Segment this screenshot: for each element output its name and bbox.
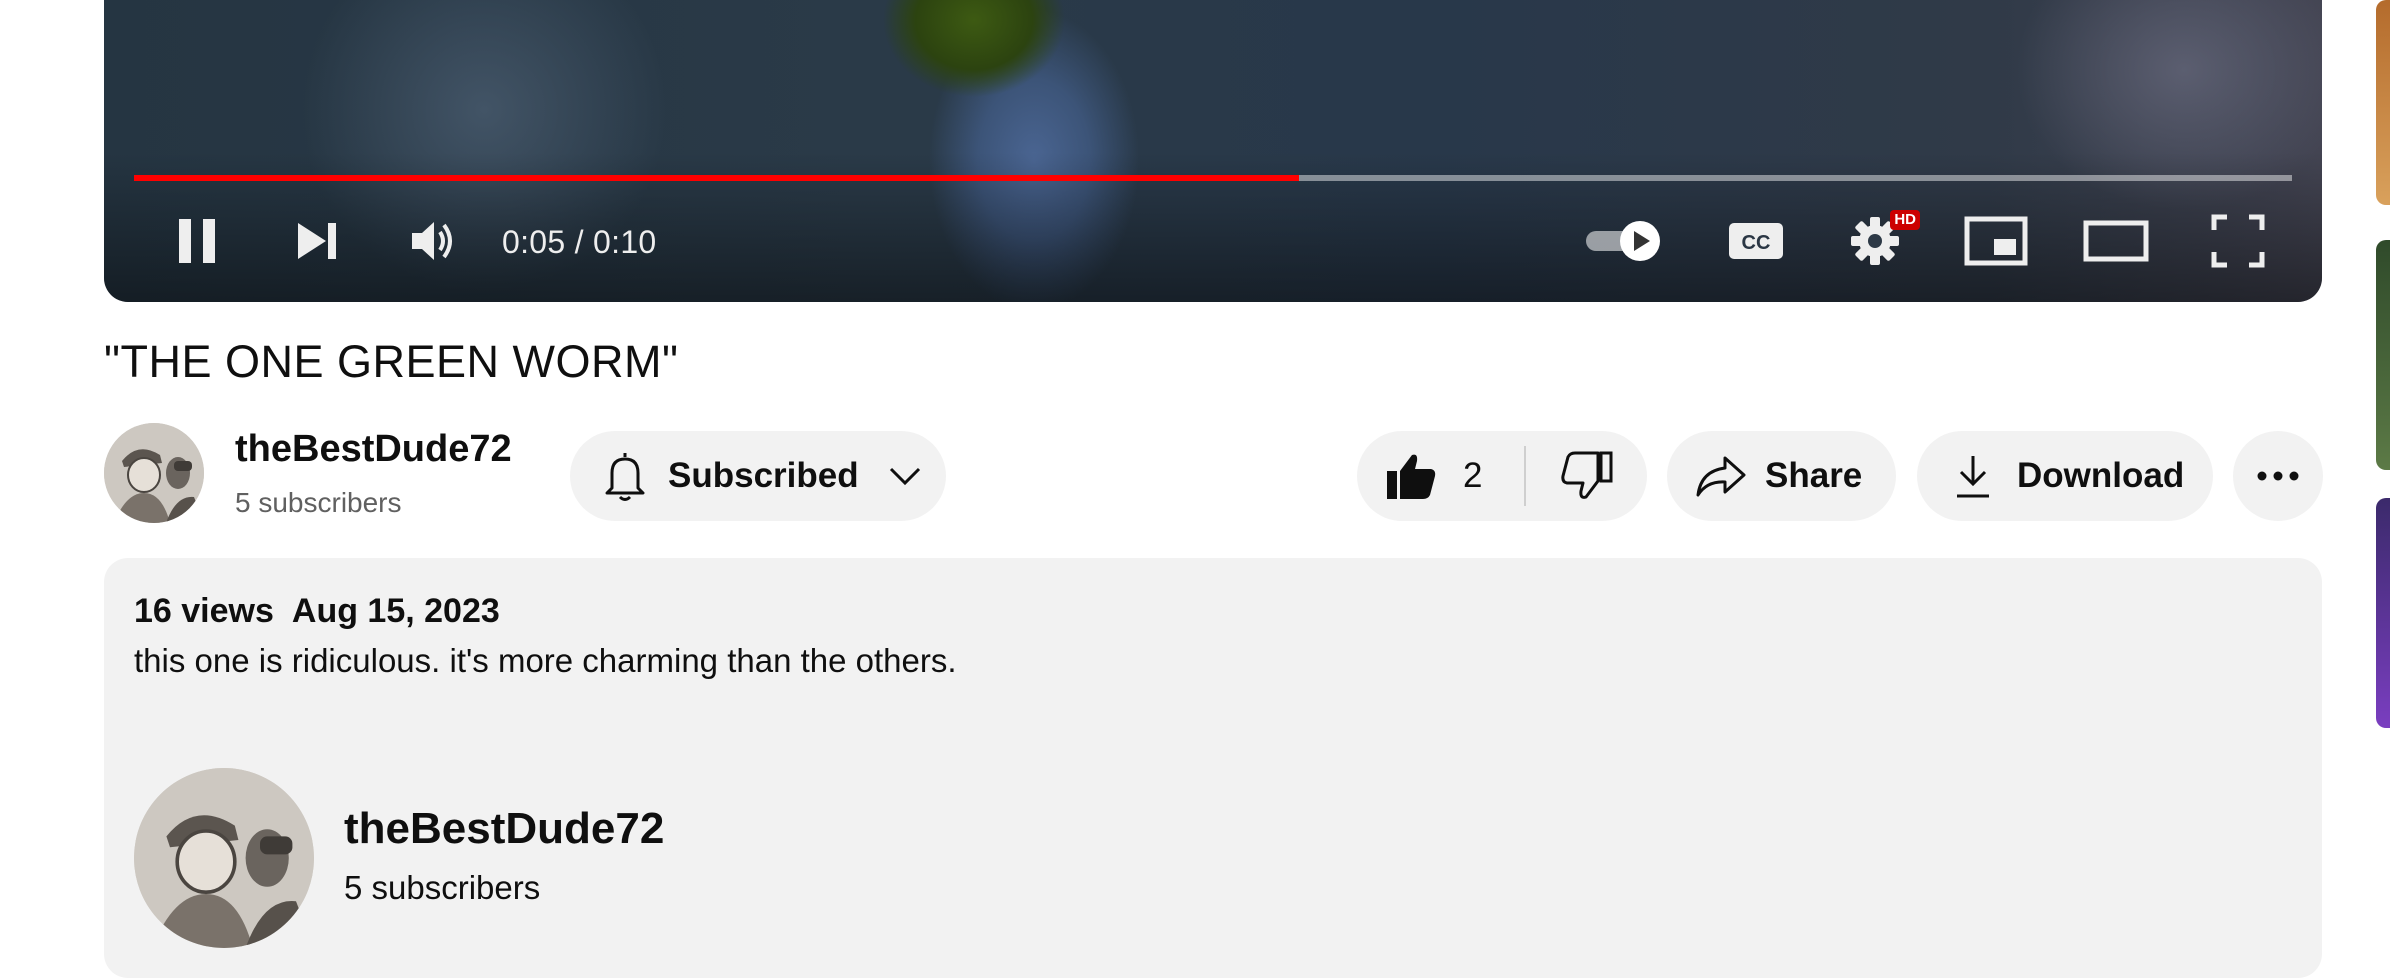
like-button[interactable]: 2 [1357,431,1524,521]
miniplayer-button[interactable] [1956,210,2036,272]
time-display: 0:05 / 0:10 [502,224,657,260]
video-title: "THE ONE GREEN WORM" [104,336,679,387]
svg-text:CC: CC [1742,232,1771,254]
sidebar-thumbnail[interactable] [2376,498,2390,728]
progress-played [134,175,1300,181]
theater-icon [2083,220,2149,262]
chevron-down-icon [889,467,920,486]
description-subscriber-count: 5 subscribers [344,869,541,906]
download-button[interactable]: Download [1917,431,2213,521]
thumbs-down-icon [1560,451,1613,499]
dislike-button[interactable] [1526,431,1647,521]
subscribed-button[interactable]: Subscribed [570,431,946,521]
like-count: 2 [1463,456,1483,495]
more-icon [2257,471,2299,481]
next-button[interactable] [282,210,352,272]
theater-mode-button[interactable] [2076,210,2156,272]
video-meta: 16 views Aug 15, 2023 [134,592,500,631]
progress-bar[interactable] [134,175,2292,181]
description-channel-avatar[interactable] [134,768,314,948]
fullscreen-icon [2211,214,2265,268]
thumbs-up-icon [1387,454,1436,499]
player-controls: 0:05 / 0:10 CC HD [104,210,2322,272]
like-dislike-group: 2 [1357,431,1647,521]
pause-icon [179,219,215,263]
volume-button[interactable] [398,210,468,272]
more-actions-button[interactable] [2233,431,2323,521]
description-avatar-image [134,768,314,948]
autoplay-toggle-icon [1586,221,1660,261]
sidebar-thumbnail[interactable] [2376,240,2390,470]
description-box[interactable]: 16 views Aug 15, 2023 this one is ridicul… [104,558,2322,978]
settings-button[interactable]: HD [1840,210,1920,272]
download-label: Download [2017,456,2185,495]
sidebar-thumbnail[interactable] [2376,0,2390,205]
autoplay-toggle[interactable] [1579,210,1669,272]
upload-date: Aug 15, 2023 [291,592,500,630]
hd-badge: HD [1890,210,1920,230]
captions-button[interactable]: CC [1716,210,1796,272]
description-text: this one is ridiculous. it's more charmi… [134,642,957,679]
share-label: Share [1765,456,1863,495]
fullscreen-button[interactable] [2198,210,2278,272]
miniplayer-icon [1964,216,2028,266]
pause-button[interactable] [162,210,232,272]
channel-avatar-image [104,423,204,523]
video-player[interactable]: 0:05 / 0:10 CC HD [104,0,2322,302]
view-count: 16 views [134,592,274,630]
channel-name[interactable]: theBestDude72 [235,428,512,471]
bell-icon [605,453,645,501]
cc-icon: CC [1729,223,1783,259]
share-icon [1696,456,1746,497]
download-icon [1957,456,1989,498]
description-channel-name[interactable]: theBestDude72 [344,804,664,854]
subscribed-label: Subscribed [668,456,859,495]
channel-avatar[interactable] [104,423,204,523]
subscriber-count: 5 subscribers [235,487,402,518]
share-button[interactable]: Share [1667,431,1896,521]
next-icon [298,223,336,259]
volume-icon [412,222,452,260]
